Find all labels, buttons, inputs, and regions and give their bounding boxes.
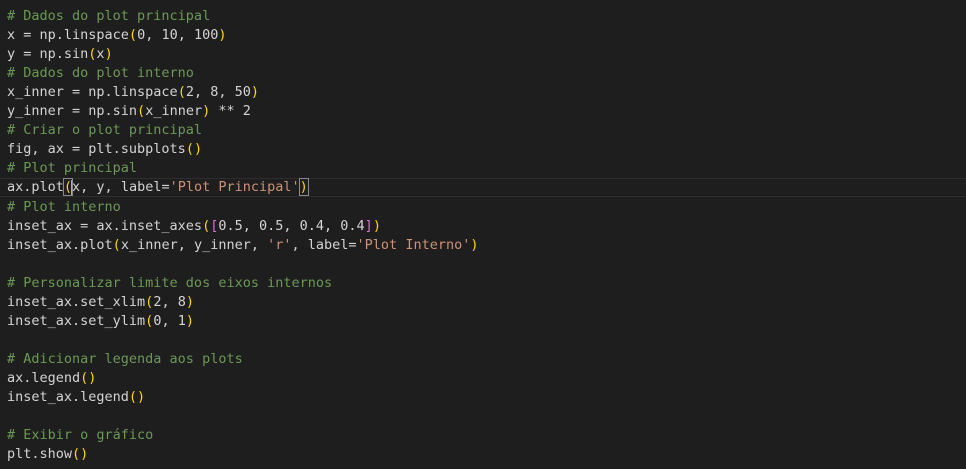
code-bracket: ) [202,103,211,119]
code-token: 0.5, 0.5, 0.4, 0.4 [218,218,365,234]
code-line[interactable]: x_inner = np.linspace(2, 8, 50) [0,83,966,102]
code-string: 'Plot Interno' [356,237,471,253]
code-bracket: ) [372,218,381,234]
code-line[interactable]: ax.legend() [0,369,966,388]
code-comment: # Plot principal [7,160,138,176]
code-token: 2, 8, 50 [185,84,251,100]
code-token: 0, 10, 100 [137,27,219,43]
code-comment: # Dados do plot interno [7,65,194,81]
code-bracket: ) [218,27,227,43]
code-comment: # Exibir o gráfico [7,427,154,443]
code-line[interactable]: y = np.sin(x) [0,45,966,64]
code-bracket: ( [177,84,186,100]
code-line[interactable]: inset_ax.set_ylim(0, 1) [0,312,966,331]
code-bracket: ( [202,218,211,234]
code-string: 'r' [267,237,292,253]
code-line[interactable]: # Adicionar legenda aos plots [0,350,966,369]
code-comment: # Plot interno [7,199,121,215]
code-token: x_inner, y_inner, [120,237,268,253]
code-token: y = np.sin [7,46,89,62]
code-token: y_inner = np.sin [7,103,138,119]
code-bracket: () [72,446,89,462]
code-token: inset_ax = ax.inset_axes [7,218,203,234]
code-line[interactable]: inset_ax = ax.inset_axes([0.5, 0.5, 0.4,… [0,217,966,236]
code-bracket-match: ) [298,178,309,196]
code-comment: # Adicionar legenda aos plots [7,351,243,367]
code-line[interactable]: inset_ax.set_xlim(2, 8) [0,293,966,312]
code-comment: # Dados do plot principal [7,8,211,24]
code-token: 0, 1 [153,313,186,329]
code-string: 'Plot Principal' [169,179,300,195]
code-comment: # Criar o plot principal [7,122,203,138]
code-token: ax.legend [7,370,81,386]
code-line[interactable] [0,255,966,274]
code-line[interactable]: inset_ax.legend() [0,388,966,407]
code-token: inset_ax.legend [7,389,129,405]
code-line[interactable]: fig, ax = plt.subplots() [0,140,966,159]
code-line-current[interactable]: ax.plot(x, y, label='Plot Principal') [0,178,966,197]
code-token: x [96,46,105,62]
code-token: , label= [291,237,357,253]
code-line[interactable]: # Plot principal [0,159,966,178]
code-bracket: ( [137,103,146,119]
code-bracket: ) [470,237,479,253]
code-bracket: () [185,141,203,157]
code-bracket: ) [185,294,194,310]
code-bracket: ] [364,218,373,234]
code-token: ax.plot [7,179,64,195]
code-token: 2, 8 [153,294,186,310]
code-line[interactable]: # Dados do plot interno [0,64,966,83]
code-token: inset_ax.set_ylim [7,313,146,329]
code-line[interactable]: x = np.linspace(0, 10, 100) [0,26,966,45]
code-token: plt.show [7,446,73,462]
code-bracket: ) [104,46,113,62]
code-bracket: () [80,370,97,386]
code-token: x, y, label= [72,179,170,195]
code-token: x_inner = np.linspace [7,84,178,100]
code-line[interactable] [0,407,966,426]
code-line[interactable]: y_inner = np.sin(x_inner) ** 2 [0,102,966,121]
code-bracket: () [128,389,146,405]
code-line[interactable]: inset_ax.plot(x_inner, y_inner, 'r', lab… [0,236,966,255]
code-line[interactable]: # Criar o plot principal [0,121,966,140]
code-comment: # Personalizar limite dos eixos internos [7,275,333,291]
code-line[interactable]: # Plot interno [0,198,966,217]
code-line[interactable] [0,331,966,350]
code-bracket: ( [112,237,121,253]
code-bracket: ) [185,313,194,329]
code-editor[interactable]: # Dados do plot principal x = np.linspace… [0,0,966,469]
code-line[interactable]: plt.show() [0,445,966,464]
code-line[interactable]: # Personalizar limite dos eixos internos [0,274,966,293]
code-token: x_inner [145,103,203,119]
code-token: inset_ax.set_xlim [7,294,146,310]
code-line[interactable]: # Dados do plot principal [0,7,966,26]
code-token: x = np.linspace [7,27,129,43]
code-token: fig, ax = plt.subplots [7,141,186,157]
code-bracket: ) [250,84,259,100]
code-token: ** 2 [210,103,251,119]
code-bracket: ( [128,27,138,43]
code-token: inset_ax.plot [7,237,113,253]
code-line[interactable]: # Exibir o gráfico [0,426,966,445]
